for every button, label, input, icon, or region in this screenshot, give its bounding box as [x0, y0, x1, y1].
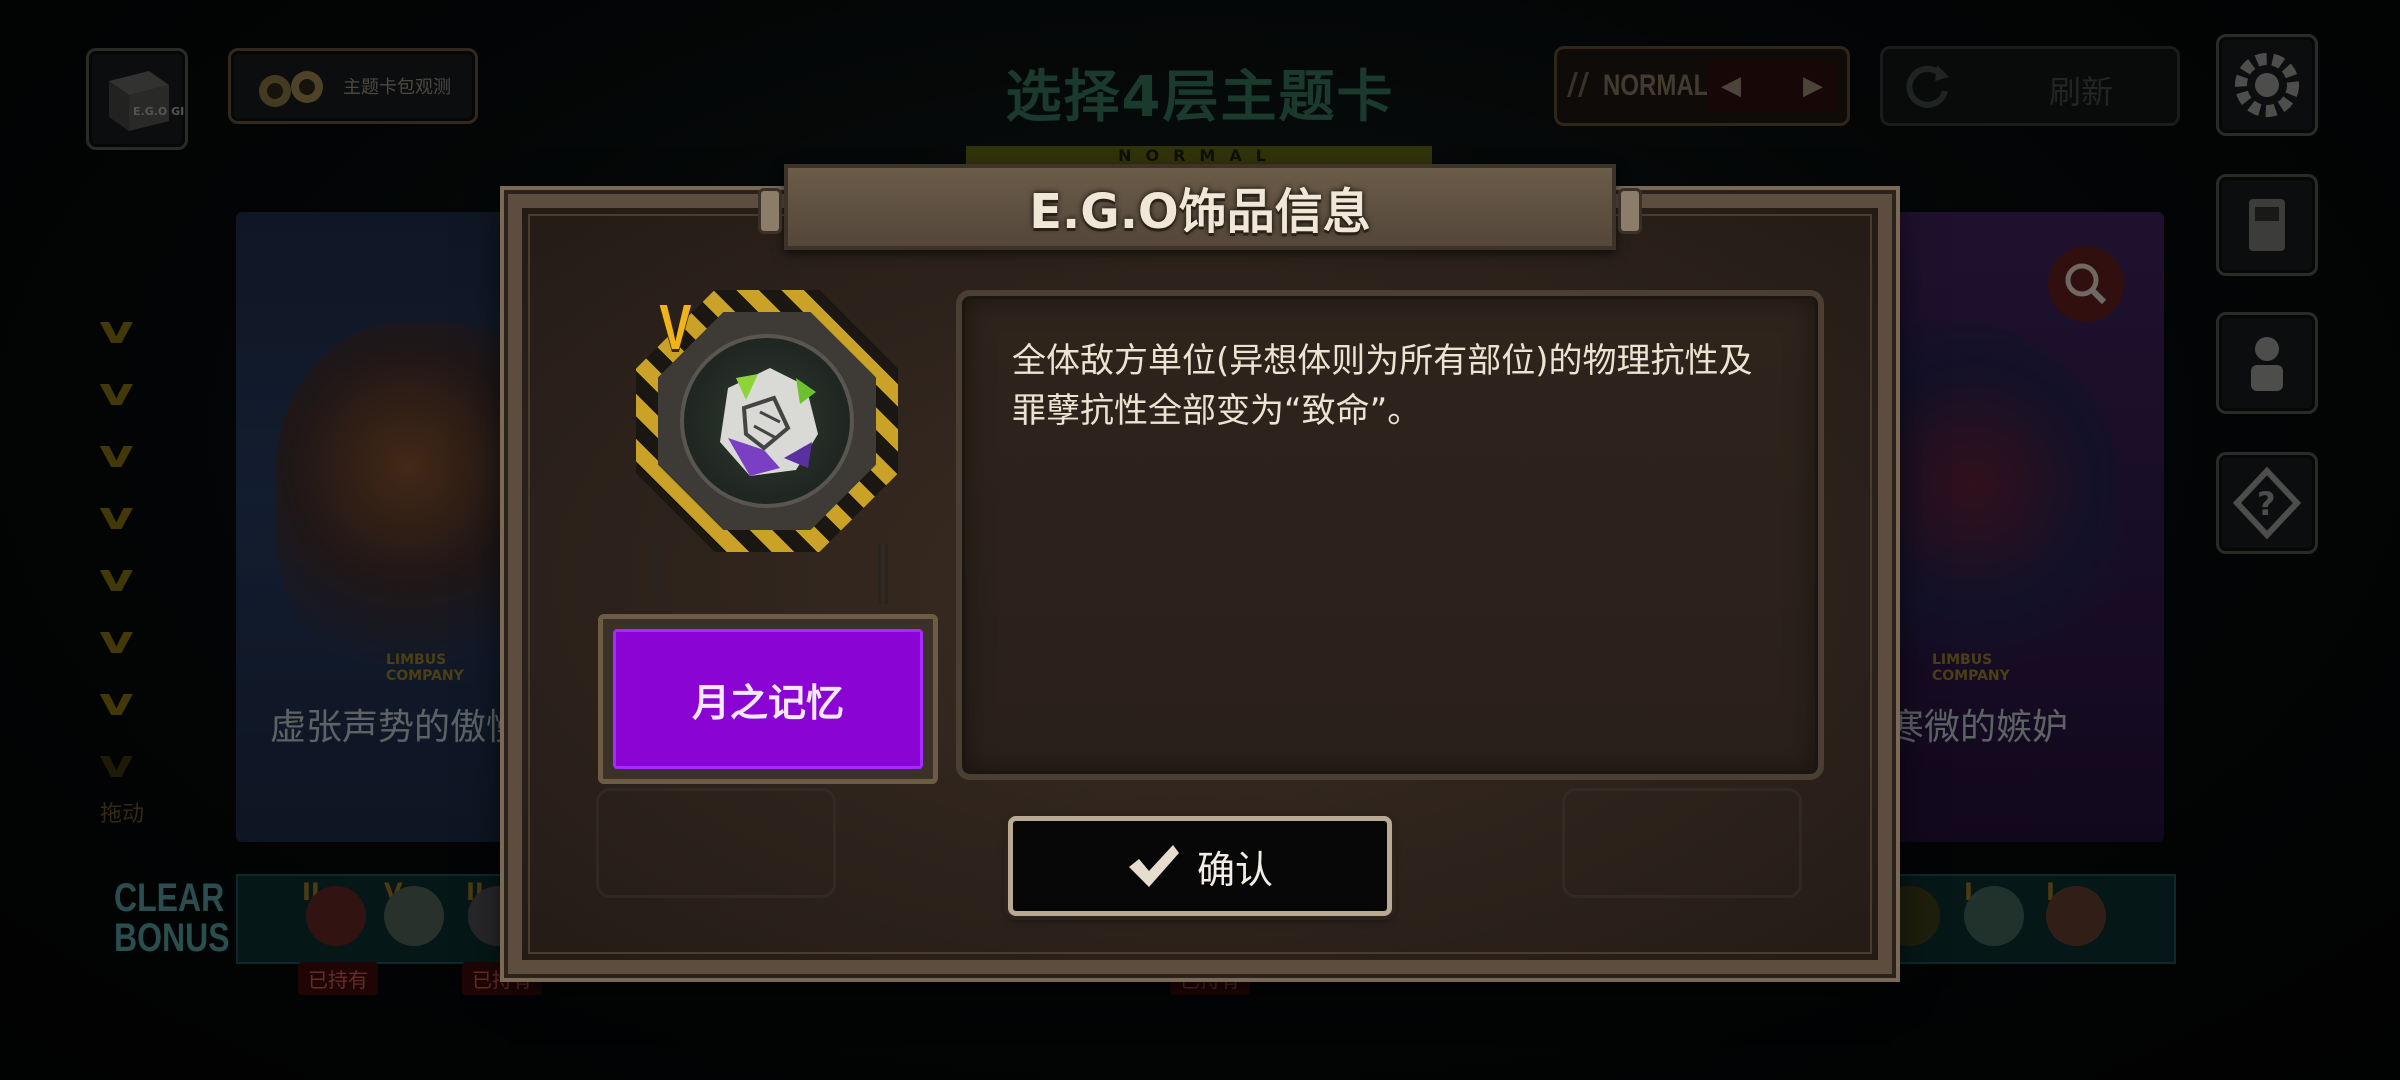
game-screen: E.G.O GIFT 主题卡包观测 选择4层主题卡包 NORMAL // NOR…: [0, 0, 2400, 1080]
gift-description: 全体敌方单位(异想体则为所有部位)的物理抗性及罪孽抗性全部变为“致命”。: [1012, 341, 1753, 431]
dialog-decoration-left: [596, 788, 836, 898]
gift-name-fill: 月之记忆: [613, 629, 923, 769]
confirm-label: 确认: [1196, 847, 1273, 892]
gift-tier-badge: V: [659, 291, 692, 363]
scroll-rod-right: [1618, 188, 1642, 234]
dialog-decoration-right: [1562, 788, 1802, 898]
gift-name-plate: 月之记忆: [598, 614, 938, 784]
chain-left: [654, 544, 664, 604]
gift-name: 月之记忆: [691, 680, 844, 725]
dialog-title: E.G.O饰品信息: [1029, 184, 1371, 240]
chain-right: [878, 544, 888, 604]
icon-circle: [680, 334, 854, 508]
moon-memory-gift-icon: [720, 368, 818, 476]
confirm-button[interactable]: 确认: [1008, 816, 1392, 916]
gift-description-box: 全体敌方单位(异想体则为所有部位)的物理抗性及罪孽抗性全部变为“致命”。: [956, 290, 1824, 780]
scroll-rod-left: [758, 188, 782, 234]
check-icon: [1128, 845, 1179, 887]
dialog-title-plate: E.G.O饰品信息: [758, 164, 1642, 250]
